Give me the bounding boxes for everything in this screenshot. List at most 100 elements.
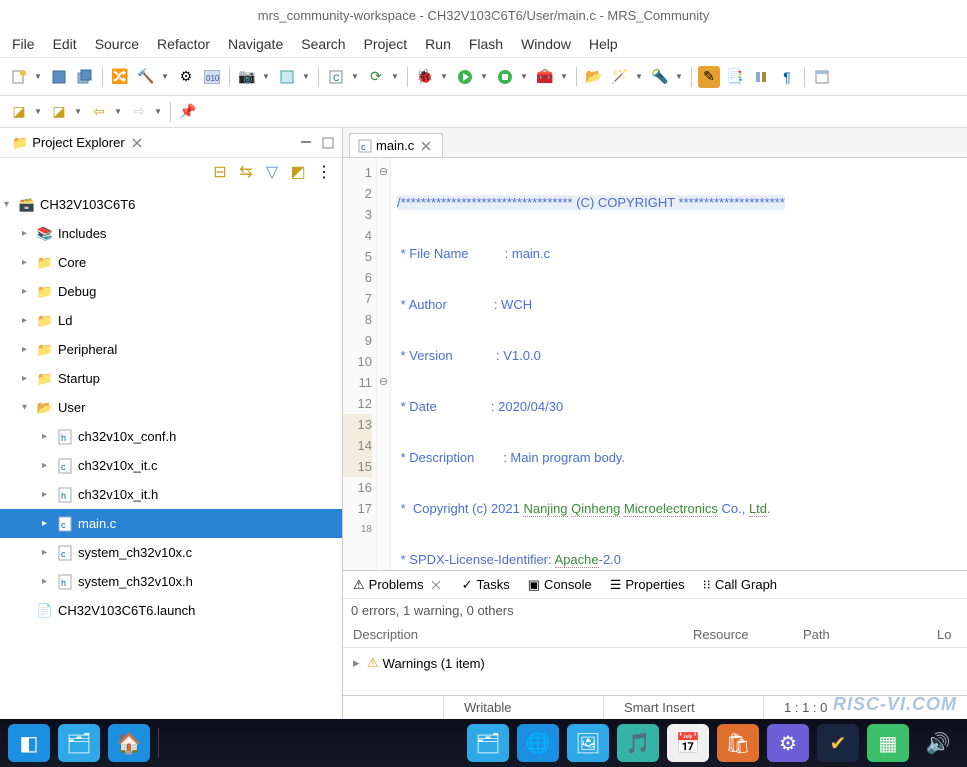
chevron-right-icon[interactable]: ▸ bbox=[22, 344, 36, 355]
window-icon[interactable] bbox=[811, 66, 833, 88]
dropdown-icon[interactable]: ▼ bbox=[114, 107, 124, 116]
taskbar-browser[interactable]: 🌐 bbox=[517, 724, 559, 762]
back-icon[interactable]: ⇦ bbox=[88, 101, 110, 123]
debug-icon[interactable]: 🐞 bbox=[414, 66, 436, 88]
dropdown-icon[interactable]: ▼ bbox=[635, 72, 645, 81]
col-description[interactable]: Description bbox=[343, 627, 693, 642]
collapse-all-icon[interactable]: ⊟ bbox=[212, 164, 228, 180]
tree-folder-startup[interactable]: ▸📁Startup bbox=[0, 364, 342, 393]
close-tab-icon[interactable] bbox=[129, 136, 145, 150]
tree-folder-debug[interactable]: ▸📁Debug bbox=[0, 277, 342, 306]
taskbar-gallery[interactable]: 🖼 bbox=[567, 724, 609, 762]
save-all-icon[interactable] bbox=[74, 66, 96, 88]
view-menu-icon[interactable]: ⋮ bbox=[316, 164, 332, 180]
menu-help[interactable]: Help bbox=[589, 36, 618, 52]
close-tab-icon[interactable] bbox=[418, 139, 434, 153]
taskbar-music[interactable]: 🎵 bbox=[617, 724, 659, 762]
code-editor[interactable]: 123456789101112131415161718 ⊖⊖ /********… bbox=[343, 158, 967, 570]
chevron-right-icon[interactable]: ▸ bbox=[42, 518, 56, 529]
tree-folder-includes[interactable]: ▸📚Includes bbox=[0, 219, 342, 248]
taskbar-app-green[interactable]: ▦ bbox=[867, 724, 909, 762]
tab-callgraph[interactable]: ⁝⁝Call Graph bbox=[697, 574, 783, 596]
fold-gutter[interactable]: ⊖⊖ bbox=[377, 158, 391, 570]
chevron-right-icon[interactable]: ▸ bbox=[42, 547, 56, 558]
menu-navigate[interactable]: Navigate bbox=[228, 36, 283, 52]
refresh-icon[interactable]: ⟳ bbox=[365, 66, 387, 88]
tool-icon[interactable]: ⚙ bbox=[175, 66, 197, 88]
new-icon[interactable] bbox=[8, 66, 30, 88]
menu-project[interactable]: Project bbox=[364, 36, 408, 52]
link-editor-icon[interactable]: ⇆ bbox=[238, 164, 254, 180]
project-explorer-tab[interactable]: 📁 Project Explorer bbox=[6, 133, 151, 153]
camera-icon[interactable]: 📷 bbox=[236, 66, 258, 88]
menu-window[interactable]: Window bbox=[521, 36, 571, 52]
taskbar-app[interactable]: 🗂 bbox=[467, 724, 509, 762]
dropdown-icon[interactable]: ▼ bbox=[154, 107, 164, 116]
chevron-right-icon[interactable]: ▸ bbox=[22, 228, 36, 239]
annotation-icon[interactable]: ◪ bbox=[8, 101, 30, 123]
profile-icon[interactable] bbox=[494, 66, 516, 88]
taskbar-app-1[interactable]: ◧ bbox=[8, 724, 50, 762]
ext-tools-icon[interactable]: 🧰 bbox=[534, 66, 556, 88]
tree-launch-file[interactable]: 📄CH32V103C6T6.launch bbox=[0, 596, 342, 625]
code-content[interactable]: /********************************** (C) … bbox=[391, 158, 967, 570]
tree-file[interactable]: ▸csystem_ch32v10x.c bbox=[0, 538, 342, 567]
tree-file[interactable]: ▸cch32v10x_it.c bbox=[0, 451, 342, 480]
dropdown-icon[interactable]: ▼ bbox=[440, 72, 450, 81]
taskbar-check[interactable]: ✔ bbox=[817, 724, 859, 762]
dropdown-icon[interactable]: ▼ bbox=[34, 72, 44, 81]
dropdown-icon[interactable]: ▼ bbox=[520, 72, 530, 81]
chevron-right-icon[interactable]: ▸ bbox=[22, 257, 36, 268]
chevron-right-icon[interactable]: ▸ bbox=[22, 315, 36, 326]
chevron-down-icon[interactable]: ▾ bbox=[22, 402, 36, 413]
tab-console[interactable]: ▣Console bbox=[522, 574, 598, 596]
target-icon[interactable] bbox=[276, 66, 298, 88]
chevron-right-icon[interactable]: ▸ bbox=[42, 431, 56, 442]
toggle-icon[interactable] bbox=[750, 66, 772, 88]
pilcrow-icon[interactable]: ¶ bbox=[776, 66, 798, 88]
run-icon[interactable] bbox=[454, 66, 476, 88]
col-location[interactable]: Lo bbox=[937, 627, 967, 642]
next-annotation-icon[interactable]: ◪ bbox=[48, 101, 70, 123]
tree-folder-peripheral[interactable]: ▸📁Peripheral bbox=[0, 335, 342, 364]
dropdown-icon[interactable]: ▼ bbox=[351, 72, 361, 81]
highlight-icon[interactable]: ✎ bbox=[698, 66, 720, 88]
tree-folder-ld[interactable]: ▸📁Ld bbox=[0, 306, 342, 335]
col-resource[interactable]: Resource bbox=[693, 627, 803, 642]
menu-edit[interactable]: Edit bbox=[53, 36, 77, 52]
menu-refactor[interactable]: Refactor bbox=[157, 36, 210, 52]
dropdown-icon[interactable]: ▼ bbox=[262, 72, 272, 81]
dropdown-icon[interactable]: ▼ bbox=[302, 72, 312, 81]
maximize-icon[interactable] bbox=[320, 135, 336, 151]
taskbar-home[interactable]: 🏠 bbox=[108, 724, 150, 762]
c-file-icon[interactable]: C bbox=[325, 66, 347, 88]
save-icon[interactable] bbox=[48, 66, 70, 88]
forward-icon[interactable]: ⇨ bbox=[128, 101, 150, 123]
dropdown-icon[interactable]: ▼ bbox=[480, 72, 490, 81]
taskbar-volume-icon[interactable]: 🔊 bbox=[917, 724, 959, 762]
tree-folder-core[interactable]: ▸📁Core bbox=[0, 248, 342, 277]
tab-tasks[interactable]: ✓Tasks bbox=[456, 574, 516, 596]
open-folder-icon[interactable]: 📂 bbox=[583, 66, 605, 88]
menu-source[interactable]: Source bbox=[95, 36, 139, 52]
dropdown-icon[interactable]: ▼ bbox=[34, 107, 44, 116]
taskbar-settings[interactable]: ⚙ bbox=[767, 724, 809, 762]
tree-project-root[interactable]: ▾ 🗃️ CH32V103C6T6 bbox=[0, 190, 342, 219]
chevron-right-icon[interactable]: ▸ bbox=[42, 489, 56, 500]
col-path[interactable]: Path bbox=[803, 627, 937, 642]
tree-file[interactable]: ▸hch32v10x_conf.h bbox=[0, 422, 342, 451]
taskbar-files[interactable]: 🗂 bbox=[58, 724, 100, 762]
menu-flash[interactable]: Flash bbox=[469, 36, 503, 52]
taskbar-app-orange[interactable]: 🛍 bbox=[717, 724, 759, 762]
menu-file[interactable]: File bbox=[12, 36, 35, 52]
menu-search[interactable]: Search bbox=[301, 36, 345, 52]
minimize-icon[interactable] bbox=[298, 135, 314, 151]
dropdown-icon[interactable]: ▼ bbox=[560, 72, 570, 81]
wand-icon[interactable]: 🪄 bbox=[609, 66, 631, 88]
pin-icon[interactable]: 📌 bbox=[177, 101, 199, 123]
dropdown-icon[interactable]: ▼ bbox=[391, 72, 401, 81]
taskbar-calendar[interactable]: 📅 bbox=[667, 724, 709, 762]
chevron-right-icon[interactable]: ▸ bbox=[42, 576, 56, 587]
editor-tab-mainc[interactable]: c main.c bbox=[349, 133, 443, 157]
chevron-right-icon[interactable]: ▸ bbox=[42, 460, 56, 471]
